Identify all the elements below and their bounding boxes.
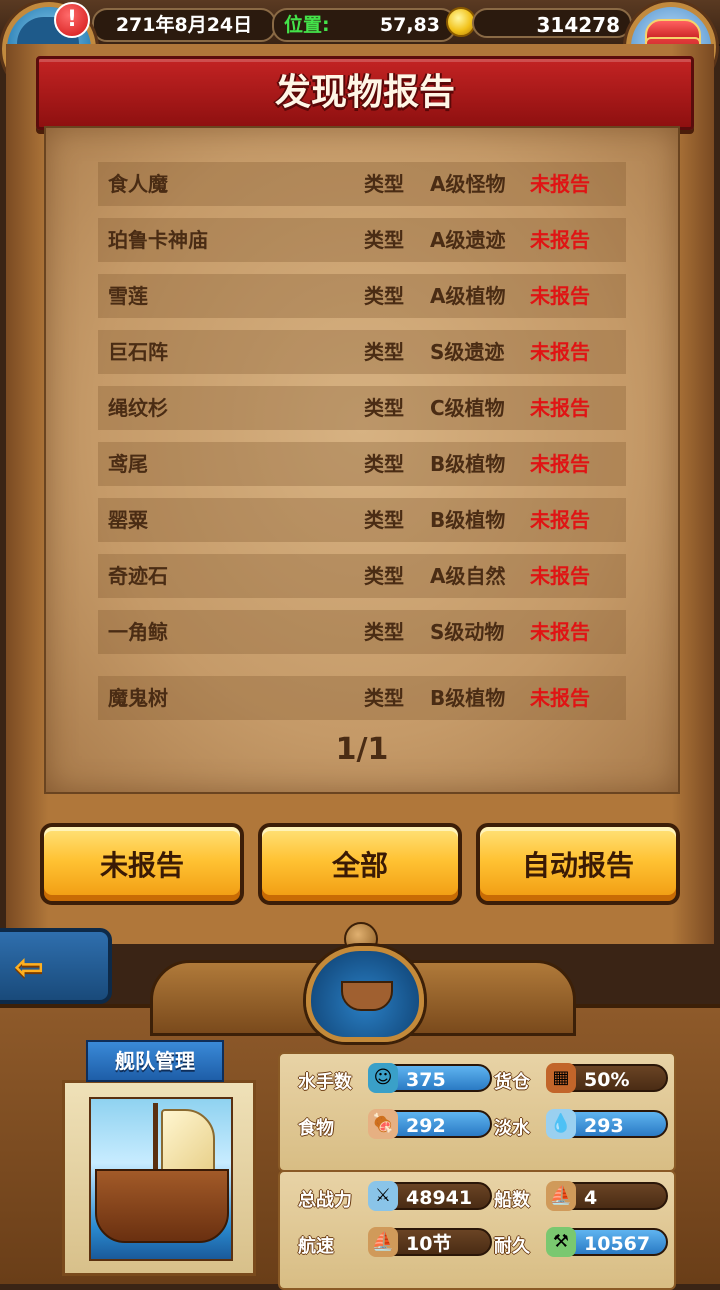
report-list-panel: 食人魔 类型 A级怪物 未报告 珀鲁卡神庙 类型 A级遗迹 未报告 雪莲 类型 … xyxy=(44,126,680,794)
list-item[interactable]: 珀鲁卡神庙 类型 A级遗迹 未报告 xyxy=(98,218,626,262)
discovery-name: 罂粟 xyxy=(108,508,148,532)
ship-sail-icon xyxy=(161,1109,215,1173)
all-filter-button[interactable]: 全部 xyxy=(258,823,462,905)
water-label: 淡水 xyxy=(494,1118,530,1139)
durability-label: 耐久 xyxy=(494,1236,530,1257)
discovery-name: 巨石阵 xyxy=(108,340,168,364)
discovery-name: 奇迹石 xyxy=(108,564,168,588)
ship-hull-icon xyxy=(95,1169,229,1243)
speed-label: 航速 xyxy=(298,1236,334,1257)
type-label: 类型 xyxy=(364,564,404,588)
ship-image xyxy=(89,1097,233,1261)
list-item[interactable]: 巨石阵 类型 S级遗迹 未报告 xyxy=(98,330,626,374)
list-item[interactable]: 食人魔 类型 A级怪物 未报告 xyxy=(98,162,626,206)
discovery-name: 珀鲁卡神庙 xyxy=(108,228,208,252)
discovery-type: C级植物 xyxy=(430,396,505,420)
discovery-name: 雪莲 xyxy=(108,284,148,308)
ships-label: 船数 xyxy=(494,1190,530,1211)
discovery-name: 魔鬼树 xyxy=(108,686,168,710)
type-label: 类型 xyxy=(364,452,404,476)
type-label: 类型 xyxy=(364,686,404,710)
discovery-type: B级植物 xyxy=(430,508,506,532)
list-item[interactable]: 罂粟 类型 B级植物 未报告 xyxy=(98,498,626,542)
alert-icon[interactable]: ! xyxy=(54,2,90,38)
title-banner: 发现物报告 xyxy=(36,56,694,130)
report-status: 未报告 xyxy=(530,620,590,644)
gold-amount: 314278 xyxy=(472,8,632,38)
ship-medallion-button[interactable] xyxy=(306,946,424,1042)
sail-speed-icon: ⛵ xyxy=(368,1227,398,1257)
auto-report-button[interactable]: 自动报告 xyxy=(476,823,680,905)
type-label: 类型 xyxy=(364,340,404,364)
power-label: 总战力 xyxy=(298,1190,352,1211)
fleet-management-tag[interactable]: 舰队管理 xyxy=(86,1040,224,1082)
type-label: 类型 xyxy=(364,172,404,196)
discovery-type: A级植物 xyxy=(430,284,506,308)
discovery-name: 食人魔 xyxy=(108,172,168,196)
back-button[interactable]: ⇦ xyxy=(0,928,112,1004)
food-label: 食物 xyxy=(298,1118,334,1139)
discovery-name: 一角鲸 xyxy=(108,620,168,644)
meat-icon: 🍖 xyxy=(368,1109,398,1139)
repair-hammer-icon: ⚒ xyxy=(546,1227,576,1257)
type-label: 类型 xyxy=(364,228,404,252)
discovery-type: S级遗迹 xyxy=(430,340,505,364)
discovery-name: 鸢尾 xyxy=(108,452,148,476)
position-label: 位置: xyxy=(284,14,330,36)
sailor-icon: ☺ xyxy=(368,1063,398,1093)
report-status: 未报告 xyxy=(530,340,590,364)
discovery-type: B级植物 xyxy=(430,686,506,710)
crate-icon: ▦ xyxy=(546,1063,576,1093)
status-bar: 271年8月24日 位置: 57,83 314278 xyxy=(0,0,720,46)
list-item[interactable]: 雪莲 类型 A级植物 未报告 xyxy=(98,274,626,318)
discovery-type: S级动物 xyxy=(430,620,505,644)
discovery-type: B级植物 xyxy=(430,452,506,476)
report-status: 未报告 xyxy=(530,284,590,308)
position-value: 57,83 xyxy=(379,14,440,36)
list-item[interactable]: 鸢尾 类型 B级植物 未报告 xyxy=(98,442,626,486)
type-label: 类型 xyxy=(364,508,404,532)
boat-icon xyxy=(341,981,393,1011)
report-status: 未报告 xyxy=(530,564,590,588)
sailors-label: 水手数 xyxy=(298,1072,352,1093)
crossed-swords-icon: ⚔ xyxy=(368,1181,398,1211)
report-status: 未报告 xyxy=(530,228,590,252)
page-title: 发现物报告 xyxy=(274,72,455,113)
water-jug-icon: 💧 xyxy=(546,1109,576,1139)
report-status: 未报告 xyxy=(530,172,590,196)
list-item[interactable]: 奇迹石 类型 A级自然 未报告 xyxy=(98,554,626,598)
list-item[interactable]: 绳纹杉 类型 C级植物 未报告 xyxy=(98,386,626,430)
type-label: 类型 xyxy=(364,620,404,644)
list-item[interactable]: 魔鬼树 类型 B级植物 未报告 xyxy=(98,676,626,720)
type-label: 类型 xyxy=(364,396,404,420)
discovery-type: A级怪物 xyxy=(430,172,506,196)
position-display: 位置: 57,83 xyxy=(272,8,456,42)
page-indicator: 1/1 xyxy=(335,732,389,767)
report-status: 未报告 xyxy=(530,686,590,710)
discovery-name: 绳纹杉 xyxy=(108,396,168,420)
type-label: 类型 xyxy=(364,284,404,308)
report-status: 未报告 xyxy=(530,452,590,476)
list-item[interactable]: 一角鲸 类型 S级动物 未报告 xyxy=(98,610,626,654)
unreported-filter-button[interactable]: 未报告 xyxy=(40,823,244,905)
game-date: 271年8月24日 xyxy=(92,8,276,42)
ship-portrait[interactable] xyxy=(62,1080,256,1276)
report-status: 未报告 xyxy=(530,508,590,532)
cargo-label: 货仓 xyxy=(494,1072,530,1093)
discovery-type: A级遗迹 xyxy=(430,228,506,252)
report-status: 未报告 xyxy=(530,396,590,420)
fleet-stats-combat: 总战力 48941 ⚔ 船数 4 ⛵ 航速 10节 ⛵ 耐久 10567 ⚒ xyxy=(278,1170,676,1290)
fleet-stats-supplies: 水手数 375 ☺ 货仓 50% ▦ 食物 292 🍖 淡水 293 💧 xyxy=(278,1052,676,1172)
ship-count-icon: ⛵ xyxy=(546,1181,576,1211)
arrow-left-icon: ⇦ xyxy=(14,947,45,988)
discovery-type: A级自然 xyxy=(430,564,506,588)
